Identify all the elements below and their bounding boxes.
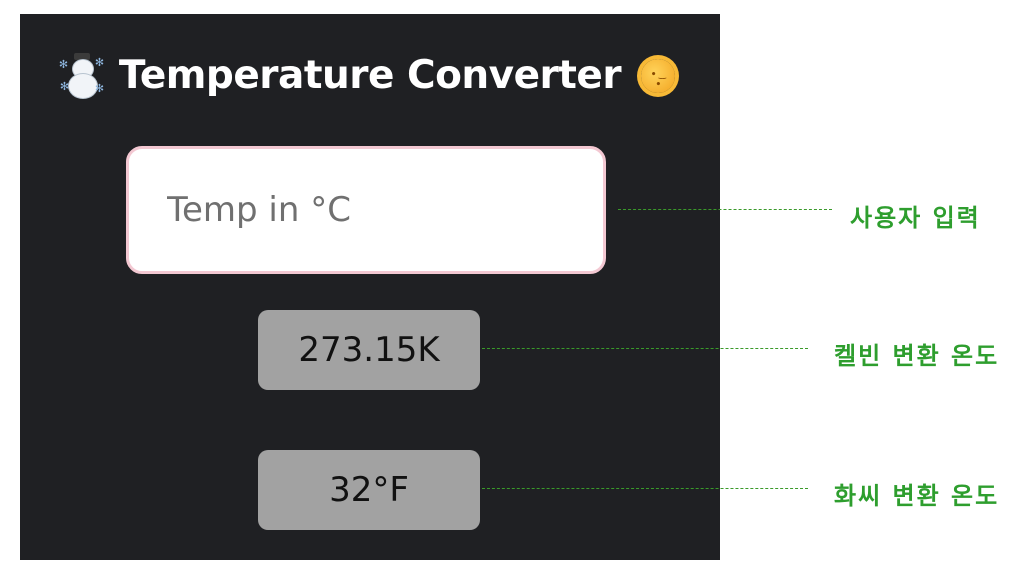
kelvin-annotation: 켈빈 변환 온도 [834,342,1000,370]
app-title: ✻ ✻ ✻ ✻ Temperature Converter • ‿ • [20,48,720,104]
input-leader-line [618,209,832,210]
kelvin-value: 273.15K [298,330,440,370]
snowman-icon: ✻ ✻ ✻ ✻ [59,53,105,99]
kelvin-leader-line [482,348,808,349]
kelvin-result: 273.15K [258,310,480,390]
input-annotation: 사용자 입력 [850,204,981,232]
sun-icon: • ‿ • [635,53,681,99]
fahrenheit-annotation: 화씨 변환 온도 [834,482,1000,510]
fahrenheit-result: 32°F [258,450,480,530]
screenshot-stage: ✻ ✻ ✻ ✻ Temperature Converter • ‿ • 273.… [0,0,1036,576]
fahrenheit-value: 32°F [329,470,409,510]
app-title-text: Temperature Converter [118,53,622,98]
celsius-input[interactable] [126,146,606,274]
fahrenheit-leader-line [482,488,808,489]
